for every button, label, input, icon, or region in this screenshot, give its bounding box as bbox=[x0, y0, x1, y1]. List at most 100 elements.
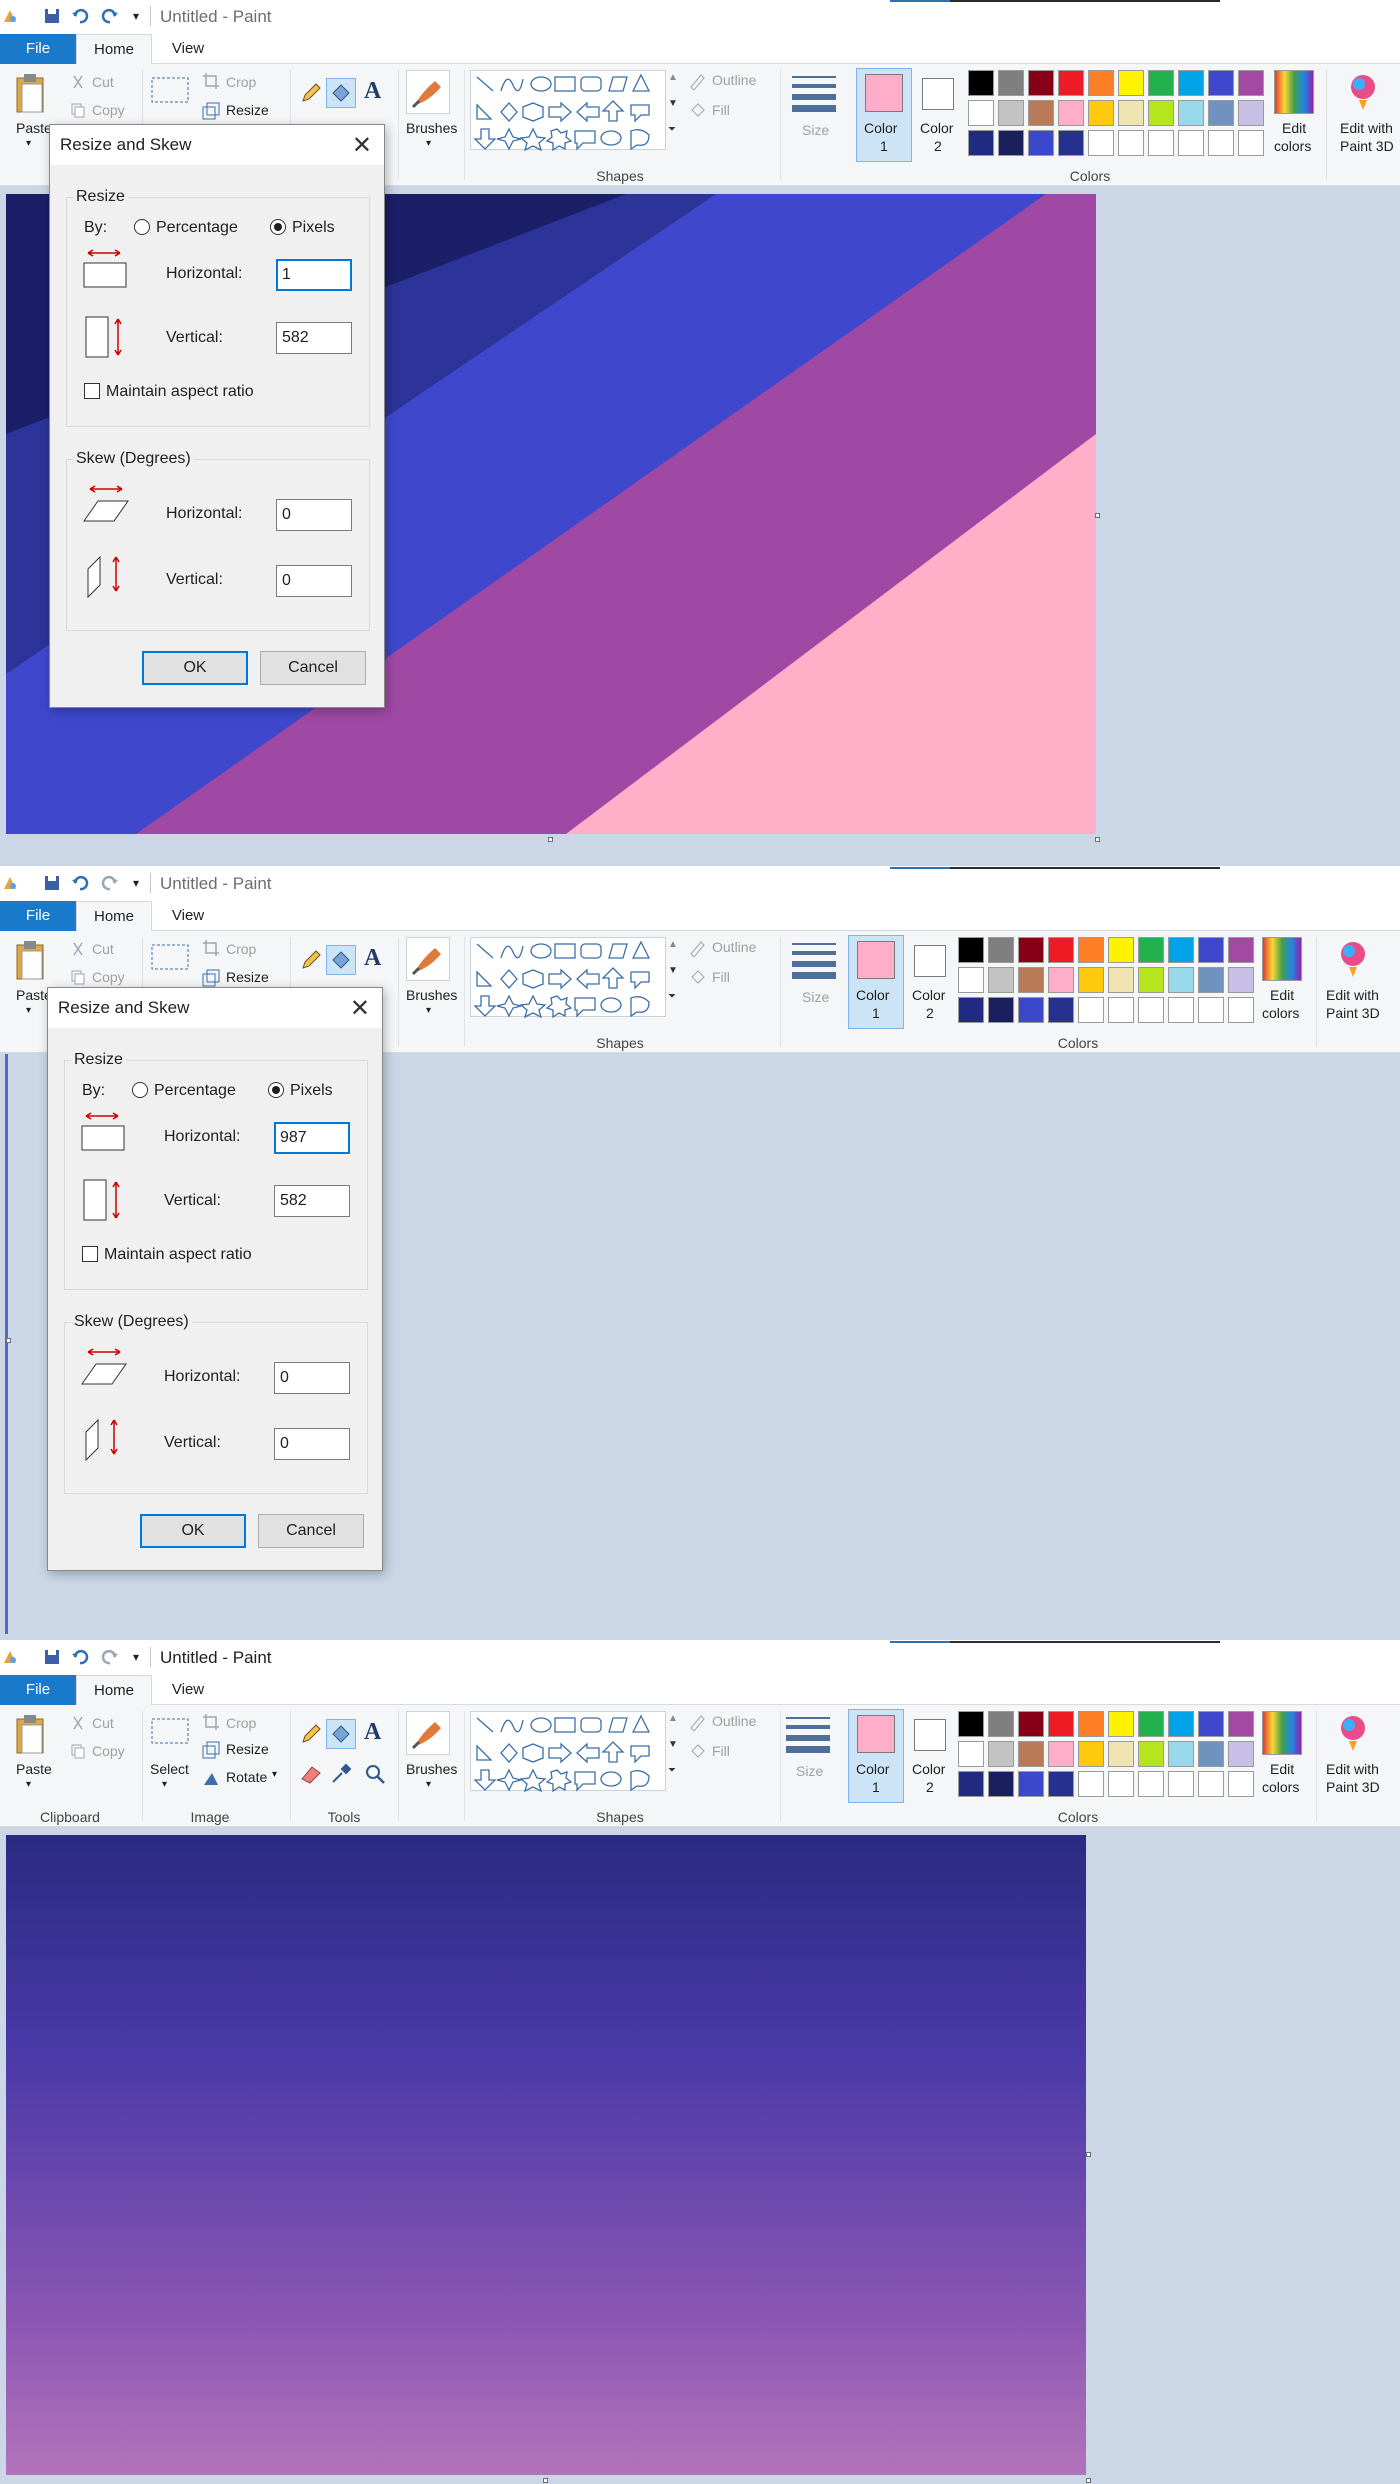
paint3d-icon[interactable] bbox=[1336, 1713, 1370, 1756]
tab-view[interactable]: View bbox=[158, 1675, 218, 1705]
size-icon[interactable] bbox=[792, 939, 836, 982]
brushes-dropdown-icon[interactable]: ▾ bbox=[426, 1779, 431, 1790]
palette-swatch[interactable] bbox=[1148, 130, 1174, 156]
crop-label[interactable]: Crop bbox=[226, 941, 256, 957]
ok-button[interactable]: OK bbox=[140, 1514, 246, 1548]
palette-swatch[interactable] bbox=[988, 997, 1014, 1023]
palette-swatch[interactable] bbox=[1228, 1771, 1254, 1797]
undo-icon[interactable] bbox=[70, 1647, 90, 1667]
palette-swatch[interactable] bbox=[1108, 937, 1134, 963]
palette-swatch[interactable] bbox=[1228, 1741, 1254, 1767]
color2-swatch[interactable] bbox=[922, 78, 954, 110]
fill-tool-icon[interactable] bbox=[326, 1719, 356, 1749]
paint3d-label-2[interactable]: Paint 3D bbox=[1340, 138, 1394, 154]
resize-handle-right[interactable] bbox=[1095, 513, 1100, 518]
edit-colors-icon[interactable] bbox=[1262, 937, 1302, 981]
cancel-button[interactable]: Cancel bbox=[260, 651, 366, 685]
brushes-icon[interactable] bbox=[406, 1711, 450, 1755]
palette-swatch[interactable] bbox=[1138, 937, 1164, 963]
pixels-label[interactable]: Pixels bbox=[290, 1082, 333, 1100]
palette-swatch[interactable] bbox=[1168, 967, 1194, 993]
edit-colors-label-1[interactable]: Edit bbox=[1282, 120, 1306, 136]
cut-icon[interactable] bbox=[70, 941, 86, 960]
palette-swatch[interactable] bbox=[1198, 937, 1224, 963]
paint3d-label-2[interactable]: Paint 3D bbox=[1326, 1779, 1380, 1795]
save-icon[interactable] bbox=[42, 873, 62, 893]
paste-label[interactable]: Paste bbox=[16, 1761, 52, 1777]
pencil-icon[interactable] bbox=[300, 949, 322, 974]
select-icon[interactable] bbox=[150, 76, 190, 107]
paint3d-label-2[interactable]: Paint 3D bbox=[1326, 1005, 1380, 1021]
crop-label[interactable]: Crop bbox=[226, 1715, 256, 1731]
rotate-label[interactable]: Rotate bbox=[226, 1769, 267, 1785]
select-icon[interactable] bbox=[150, 943, 190, 974]
fill-icon[interactable] bbox=[688, 100, 706, 121]
copy-label[interactable]: Copy bbox=[92, 1743, 125, 1759]
skew-horizontal-input[interactable]: 0 bbox=[276, 499, 352, 531]
paint3d-label-1[interactable]: Edit with bbox=[1326, 987, 1379, 1003]
palette-swatch[interactable] bbox=[1048, 1711, 1074, 1737]
paste-icon[interactable] bbox=[14, 72, 48, 119]
shapes-scroll-down-icon[interactable]: ▼ bbox=[668, 1739, 678, 1750]
size-icon[interactable] bbox=[792, 72, 836, 115]
brushes-label[interactable]: Brushes bbox=[406, 1761, 457, 1777]
palette-swatch[interactable] bbox=[1198, 1771, 1224, 1797]
tab-view[interactable]: View bbox=[158, 34, 218, 64]
fill-label[interactable]: Fill bbox=[712, 102, 730, 118]
fill-tool-icon[interactable] bbox=[326, 78, 356, 108]
size-label[interactable]: Size bbox=[802, 989, 829, 1005]
edit-colors-label-2[interactable]: colors bbox=[1262, 1779, 1299, 1795]
palette-swatch[interactable] bbox=[998, 70, 1024, 96]
paint3d-label-1[interactable]: Edit with bbox=[1340, 120, 1393, 136]
resize-handle-bottom[interactable] bbox=[543, 2478, 548, 2483]
percentage-radio[interactable] bbox=[134, 219, 150, 235]
shapes-more-icon[interactable]: ⏷ bbox=[668, 124, 676, 135]
palette-swatch[interactable] bbox=[988, 1711, 1014, 1737]
cut-icon[interactable] bbox=[70, 74, 86, 93]
copy-icon[interactable] bbox=[70, 969, 86, 988]
palette-swatch[interactable] bbox=[1078, 967, 1104, 993]
palette-swatch[interactable] bbox=[998, 130, 1024, 156]
redo-icon[interactable] bbox=[100, 6, 120, 26]
outline-label[interactable]: Outline bbox=[712, 72, 756, 88]
palette-swatch[interactable] bbox=[1048, 1771, 1074, 1797]
text-tool-icon[interactable]: A bbox=[364, 945, 381, 972]
palette-swatch[interactable] bbox=[1198, 1741, 1224, 1767]
rotate-dropdown-icon[interactable]: ▾ bbox=[272, 1769, 277, 1780]
redo-icon[interactable] bbox=[100, 1647, 120, 1667]
tab-file[interactable]: File bbox=[0, 901, 76, 931]
palette-swatch[interactable] bbox=[1078, 997, 1104, 1023]
shapes-scroll-up-icon[interactable]: ▲ bbox=[668, 72, 678, 83]
fill-icon[interactable] bbox=[688, 967, 706, 988]
fill-label[interactable]: Fill bbox=[712, 969, 730, 985]
shapes-scroll-up-icon[interactable]: ▲ bbox=[668, 1713, 678, 1724]
palette-swatch[interactable] bbox=[988, 1741, 1014, 1767]
palette-swatch[interactable] bbox=[1198, 997, 1224, 1023]
palette-swatch[interactable] bbox=[1168, 1741, 1194, 1767]
copy-icon[interactable] bbox=[70, 1743, 86, 1762]
palette-swatch[interactable] bbox=[958, 967, 984, 993]
brushes-label[interactable]: Brushes bbox=[406, 987, 457, 1003]
palette-swatch[interactable] bbox=[988, 937, 1014, 963]
size-label[interactable]: Size bbox=[796, 1763, 823, 1779]
undo-icon[interactable] bbox=[70, 873, 90, 893]
cut-icon[interactable] bbox=[70, 1715, 86, 1734]
shapes-more-icon[interactable]: ⏷ bbox=[668, 1765, 676, 1776]
select-dropdown-icon[interactable]: ▾ bbox=[162, 1779, 167, 1790]
brushes-label[interactable]: Brushes bbox=[406, 120, 457, 136]
resize-vertical-input[interactable]: 582 bbox=[274, 1185, 350, 1217]
palette-swatch[interactable] bbox=[1168, 1771, 1194, 1797]
palette-swatch[interactable] bbox=[1028, 100, 1054, 126]
cut-label[interactable]: Cut bbox=[92, 74, 114, 90]
palette-swatch[interactable] bbox=[1018, 1741, 1044, 1767]
maintain-aspect-checkbox[interactable] bbox=[84, 383, 100, 399]
palette-swatch[interactable] bbox=[1178, 70, 1204, 96]
palette-swatch[interactable] bbox=[1088, 100, 1114, 126]
palette-swatch[interactable] bbox=[1048, 967, 1074, 993]
palette-swatch[interactable] bbox=[1058, 70, 1084, 96]
palette-swatch[interactable] bbox=[1028, 70, 1054, 96]
shapes-scroll-up-icon[interactable]: ▲ bbox=[668, 939, 678, 950]
outline-icon[interactable] bbox=[688, 939, 706, 960]
crop-icon[interactable] bbox=[202, 939, 220, 960]
palette-swatch[interactable] bbox=[1058, 130, 1084, 156]
